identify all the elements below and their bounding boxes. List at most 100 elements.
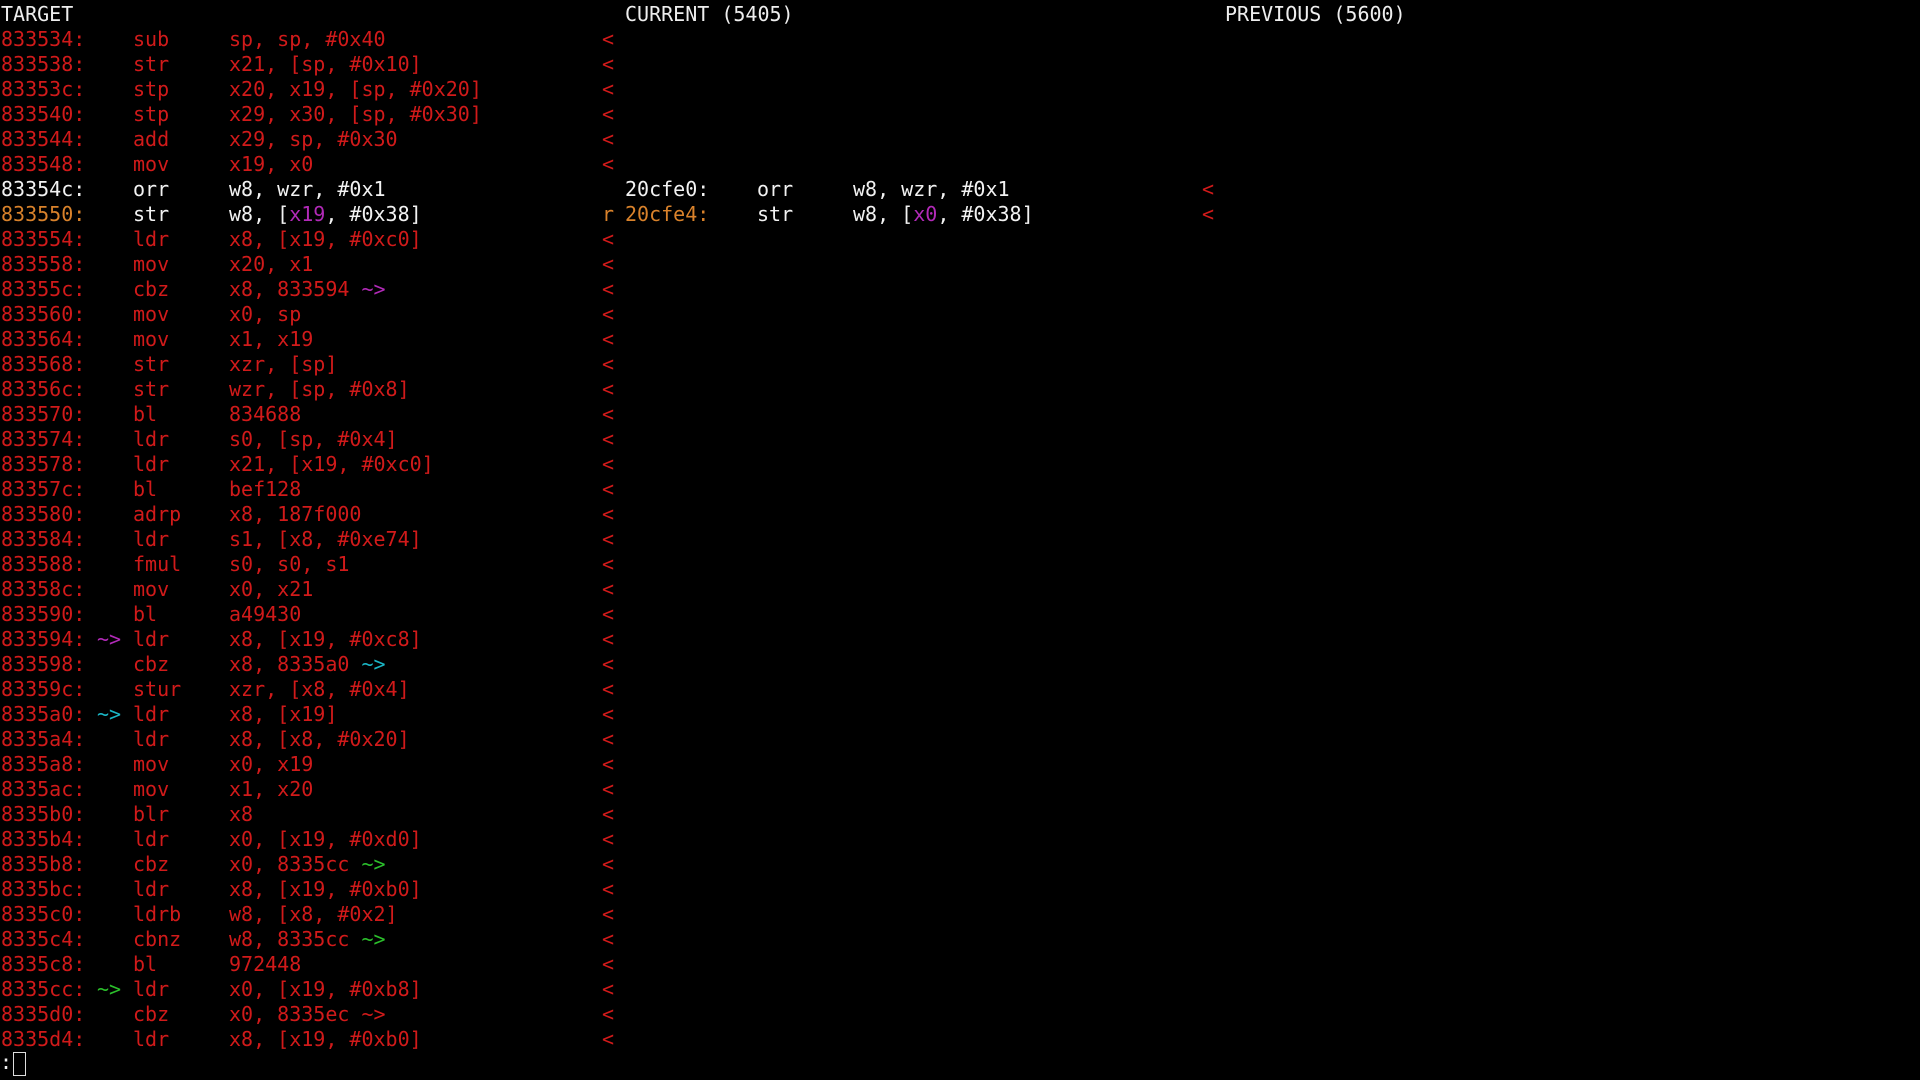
diff-marker: < <box>602 727 615 751</box>
operand-text: x0, x21 <box>229 577 314 601</box>
target-row[interactable]: 833554: ldr x8, [x19, #0xc0] < <box>0 227 620 252</box>
target-row[interactable]: 8335c4: cbnz w8, 8335cc ~> < <box>0 927 620 952</box>
instruction-operands: x8, [x19, #0xc8] <box>229 627 422 652</box>
target-row[interactable]: 833534: sub sp, sp, #0x40 < <box>0 27 620 52</box>
target-row[interactable]: 833578: ldr x21, [x19, #0xc0] < <box>0 452 620 477</box>
target-row[interactable]: 83356c: str wzr, [sp, #0x8] < <box>0 377 620 402</box>
target-row[interactable]: 83358c: mov x0, x21 < <box>0 577 620 602</box>
instruction-operands: w8, [x8, #0x2] <box>229 902 398 927</box>
instruction-mnemonic: ldr <box>133 727 170 751</box>
target-row[interactable]: 83359c: stur xzr, [x8, #0x4] < <box>0 677 620 702</box>
target-row[interactable]: 8335a4: ldr x8, [x8, #0x20] < <box>0 727 620 752</box>
target-row[interactable]: 833548: mov x19, x0 < <box>0 152 620 177</box>
target-row[interactable]: 833590: bl a49430 < <box>0 602 620 627</box>
target-row[interactable]: 833544: add x29, sp, #0x30 < <box>0 127 620 152</box>
target-row[interactable]: 8335b8: cbz x0, 8335cc ~> < <box>0 852 620 877</box>
target-row[interactable]: 833568: str xzr, [sp] < <box>0 352 620 377</box>
target-header: TARGET <box>1 2 74 26</box>
diff-marker: < <box>1202 177 1215 201</box>
instruction-address: 8335c8: <box>1 952 86 976</box>
instruction-operands: x29, x30, [sp, #0x30] <box>229 102 482 127</box>
diff-marker: < <box>602 977 615 1001</box>
instruction-mnemonic: ldrb <box>133 902 182 926</box>
target-row[interactable]: 833560: mov x0, sp < <box>0 302 620 327</box>
instruction-mnemonic: ldr <box>133 427 170 451</box>
cursor-icon <box>13 1051 27 1076</box>
diff-marker: < <box>602 702 615 726</box>
target-row[interactable]: 833588: fmul s0, s0, s1 < <box>0 552 620 577</box>
instruction-address: 8335d0: <box>1 1002 86 1026</box>
target-row[interactable]: 833538: str x21, [sp, #0x10] < <box>0 52 620 77</box>
instruction-mnemonic: fmul <box>133 552 182 576</box>
operand-text: x21, [x19, #0xc0] <box>229 452 434 476</box>
target-row[interactable]: 83353c: stp x20, x19, [sp, #0x20] < <box>0 77 620 102</box>
instruction-operands: a49430 <box>229 602 301 627</box>
target-row[interactable]: 8335ac: mov x1, x20 < <box>0 777 620 802</box>
operand-text: x0, [x19, #0xb8] <box>229 977 422 1001</box>
target-row[interactable]: 8335b4: ldr x0, [x19, #0xd0] < <box>0 827 620 852</box>
instruction-mnemonic: str <box>133 377 170 401</box>
instruction-mnemonic: ldr <box>133 627 170 651</box>
operand-text: x8, [x19, #0xb0] <box>229 1027 422 1051</box>
target-row[interactable]: 83357c: bl bef128 < <box>0 477 620 502</box>
instruction-mnemonic: ldr <box>133 452 170 476</box>
target-row[interactable]: 833558: mov x20, x1 < <box>0 252 620 277</box>
instruction-operands: s1, [x8, #0xe74] <box>229 527 422 552</box>
instruction-address: 833564: <box>1 327 86 351</box>
target-row[interactable]: 8335bc: ldr x8, [x19, #0xb0] < <box>0 877 620 902</box>
diff-marker: < <box>602 1002 615 1026</box>
instruction-mnemonic: mov <box>133 577 170 601</box>
diff-marker: < <box>602 802 615 826</box>
target-row[interactable]: 8335d4: ldr x8, [x19, #0xb0] < <box>0 1027 620 1052</box>
diff-marker: < <box>602 627 615 651</box>
instruction-address: 8335c0: <box>1 902 86 926</box>
instruction-operands: x0, [x19, #0xb8] <box>229 977 422 1002</box>
operand-text: x1, x20 <box>229 777 314 801</box>
diff-marker: < <box>602 402 615 426</box>
instruction-operands: s0, s0, s1 <box>229 552 349 577</box>
instruction-operands: w8, 8335cc ~> <box>229 927 386 952</box>
operand-text: x8, 187f000 <box>229 502 362 526</box>
instruction-address: 833540: <box>1 102 86 126</box>
target-row[interactable]: 833574: ldr s0, [sp, #0x4] < <box>0 427 620 452</box>
target-row[interactable]: 833540: stp x29, x30, [sp, #0x30] < <box>0 102 620 127</box>
target-row[interactable]: 8335a8: mov x0, x19 < <box>0 752 620 777</box>
instruction-operands: x8, [x19] <box>229 702 337 727</box>
target-row[interactable]: 833598: cbz x8, 8335a0 ~> < <box>0 652 620 677</box>
branch-target-arrow-icon: ~> <box>349 1002 386 1026</box>
diff-marker: < <box>602 302 615 326</box>
operand-text: 972448 <box>229 952 302 976</box>
operand-text: x29, sp, #0x30 <box>229 127 398 151</box>
target-row[interactable]: 8335cc: ~> ldr x0, [x19, #0xb8] < <box>0 977 620 1002</box>
operand-text: x0, [x19, #0xd0] <box>229 827 422 851</box>
instruction-operands: w8, [x0, #0x38] <box>853 202 1034 227</box>
instruction-mnemonic: mov <box>133 302 170 326</box>
operand-text: x8, [x19, #0xc0] <box>229 227 422 251</box>
target-row[interactable]: 8335c8: bl 972448 < <box>0 952 620 977</box>
current-row[interactable]: 20cfe0: orr w8, wzr, #0x1 < <box>0 177 1220 202</box>
instruction-operands: x0, 8335cc ~> <box>229 852 386 877</box>
instruction-operands: x8, [x8, #0x20] <box>229 727 410 752</box>
instruction-operands: x20, x1 <box>229 252 313 277</box>
target-row[interactable]: 833580: adrp x8, 187f000 < <box>0 502 620 527</box>
target-row[interactable]: 8335a0: ~> ldr x8, [x19] < <box>0 702 620 727</box>
target-row[interactable]: 833584: ldr s1, [x8, #0xe74] < <box>0 527 620 552</box>
target-row[interactable]: 833564: mov x1, x19 < <box>0 327 620 352</box>
operand-text: x19, x0 <box>229 152 314 176</box>
target-row[interactable]: 833570: bl 834688 < <box>0 402 620 427</box>
target-row[interactable]: 83355c: cbz x8, 833594 ~> < <box>0 277 620 302</box>
operand-text: s0, [sp, #0x4] <box>229 427 398 451</box>
diff-marker: < <box>602 752 615 776</box>
operand-text: wzr, [sp, #0x8] <box>229 377 410 401</box>
diff-marker: < <box>602 777 615 801</box>
diff-marker: < <box>602 77 615 101</box>
target-row[interactable]: 8335d0: cbz x0, 8335ec ~> < <box>0 1002 620 1027</box>
target-row[interactable]: 8335c0: ldrb w8, [x8, #0x2] < <box>0 902 620 927</box>
target-row[interactable]: 8335b0: blr x8 < <box>0 802 620 827</box>
instruction-address: 8335a8: <box>1 752 86 776</box>
instruction-address: 833584: <box>1 527 86 551</box>
command-prompt[interactable]: : <box>0 1050 27 1076</box>
target-row[interactable]: 833594: ~> ldr x8, [x19, #0xc8] < <box>0 627 620 652</box>
instruction-operands: xzr, [x8, #0x4] <box>229 677 410 702</box>
current-row[interactable]: 20cfe4: str w8, [x0, #0x38] < <box>0 202 1220 227</box>
